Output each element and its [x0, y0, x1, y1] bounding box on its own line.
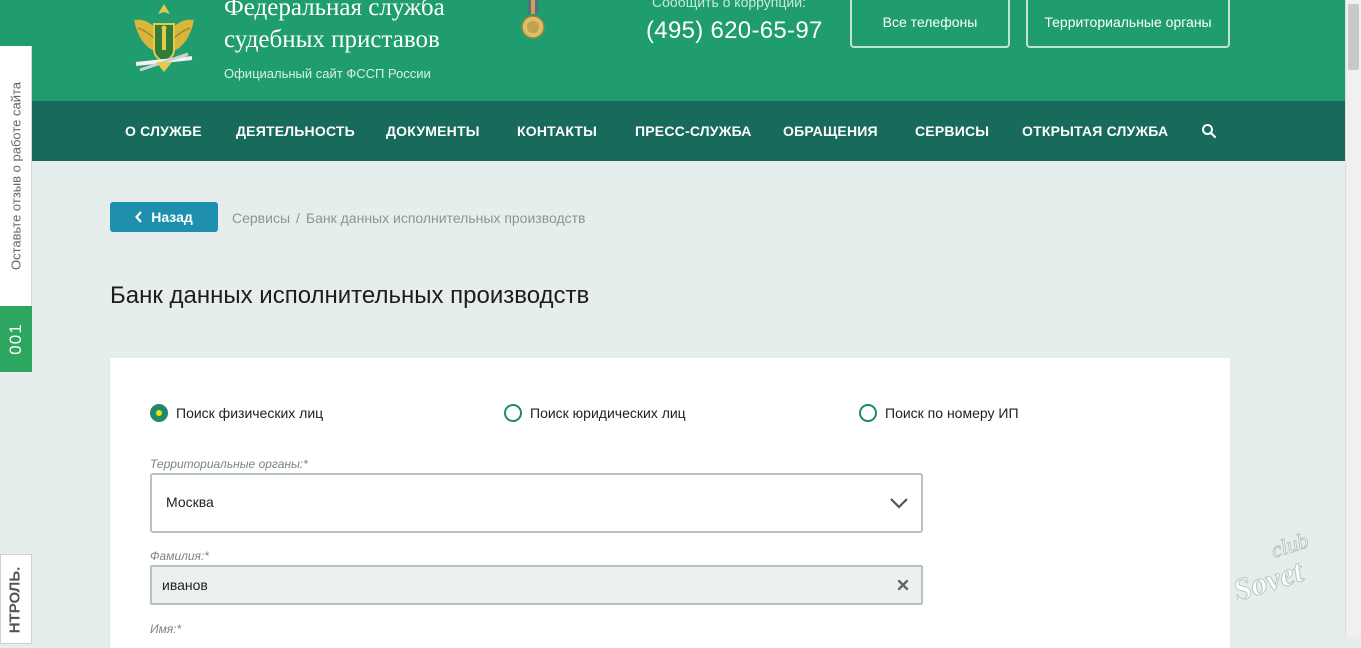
feedback-tab[interactable]: Оставьте отзыв о работе сайта [0, 46, 32, 306]
radio-legal-entities[interactable]: Поиск юридических лиц [504, 404, 686, 422]
radio-legal-entities-label: Поиск юридических лиц [530, 405, 686, 421]
site-subtitle: Официальный сайт ФССП России [224, 66, 431, 81]
nav-item-about[interactable]: О СЛУЖБЕ [125, 101, 202, 161]
radio-unchecked-icon [504, 404, 522, 422]
scrollbar-thumb[interactable] [1348, 4, 1359, 70]
radio-ip-number-label: Поиск по номеру ИП [885, 405, 1019, 421]
page-title: Банк данных исполнительных производств [110, 282, 590, 310]
site-title-line1: Федеральная служба [224, 0, 445, 21]
radio-ip-number[interactable]: Поиск по номеру ИП [859, 404, 1019, 422]
corruption-label: Сообщить о коррупции: [652, 0, 806, 10]
lastname-label: Фамилия:* [150, 549, 209, 563]
chevron-down-icon [890, 498, 908, 509]
site-header: Федеральная служба судебных приставов Оф… [0, 0, 1345, 101]
fssp-emblem-icon[interactable] [126, 0, 202, 76]
control-tab-label: НТРОЛЬ. [6, 566, 24, 634]
firstname-label: Имя:* [150, 622, 182, 636]
territorial-select[interactable]: Москва [150, 473, 923, 533]
territorial-label: Территориальные органы:* [150, 457, 308, 471]
territorial-select-value: Москва [166, 494, 214, 510]
territorial-bodies-button[interactable]: Территориальные органы [1026, 0, 1230, 48]
all-phones-button[interactable]: Все телефоны [850, 0, 1010, 48]
breadcrumb-services[interactable]: Сервисы [232, 210, 290, 226]
nav-item-press[interactable]: ПРЕСС-СЛУЖБА [635, 101, 752, 161]
chevron-left-icon [135, 211, 143, 223]
nav-item-contacts[interactable]: КОНТАКТЫ [517, 101, 597, 161]
watermark-logo: club Sovet [1228, 530, 1312, 600]
back-button[interactable]: Назад [110, 202, 218, 232]
page-scrollbar[interactable] [1345, 0, 1361, 637]
search-icon[interactable] [1201, 123, 1217, 139]
control-tab[interactable]: НТРОЛЬ. [0, 554, 32, 644]
search-form-card: Поиск физических лиц Поиск юридических л… [110, 358, 1230, 648]
breadcrumb-separator: / [296, 210, 300, 226]
clear-icon[interactable] [897, 579, 909, 591]
main-nav: О СЛУЖБЕ ДЕЯТЕЛЬНОСТЬ ДОКУМЕНТЫ КОНТАКТЫ… [32, 101, 1345, 161]
radio-unchecked-icon [859, 404, 877, 422]
nav-item-open-service[interactable]: ОТКРЫТАЯ СЛУЖБА [1022, 101, 1168, 161]
radio-individuals[interactable]: Поиск физических лиц [150, 404, 323, 422]
back-button-label: Назад [151, 209, 193, 225]
nav-item-appeals[interactable]: ОБРАЩЕНИЯ [783, 101, 878, 161]
nav-item-services[interactable]: СЕРВИСЫ [915, 101, 989, 161]
counter-tab-label: 001 [6, 323, 25, 355]
nav-item-documents[interactable]: ДОКУМЕНТЫ [386, 101, 480, 161]
nav-item-activity[interactable]: ДЕЯТЕЛЬНОСТЬ [236, 101, 355, 161]
radio-individuals-label: Поиск физических лиц [176, 405, 324, 421]
lastname-input-value: иванов [162, 577, 208, 593]
site-title-line2: судебных приставов [224, 26, 440, 53]
medal-icon [521, 0, 545, 39]
site-title[interactable]: Федеральная служба судебных приставов [224, 0, 524, 56]
watermark-line2: Sovet [1228, 552, 1308, 600]
corruption-phone[interactable]: (495) 620-65-97 [646, 17, 823, 45]
counter-tab[interactable]: 001 [0, 306, 32, 372]
lastname-input[interactable]: иванов [150, 565, 923, 605]
feedback-tab-label: Оставьте отзыв о работе сайта [8, 81, 24, 271]
breadcrumb: Сервисы / Банк данных исполнительных произ… [232, 210, 586, 226]
breadcrumb-current: Банк данных исполнительных производств [305, 210, 586, 226]
radio-checked-icon [150, 404, 168, 422]
